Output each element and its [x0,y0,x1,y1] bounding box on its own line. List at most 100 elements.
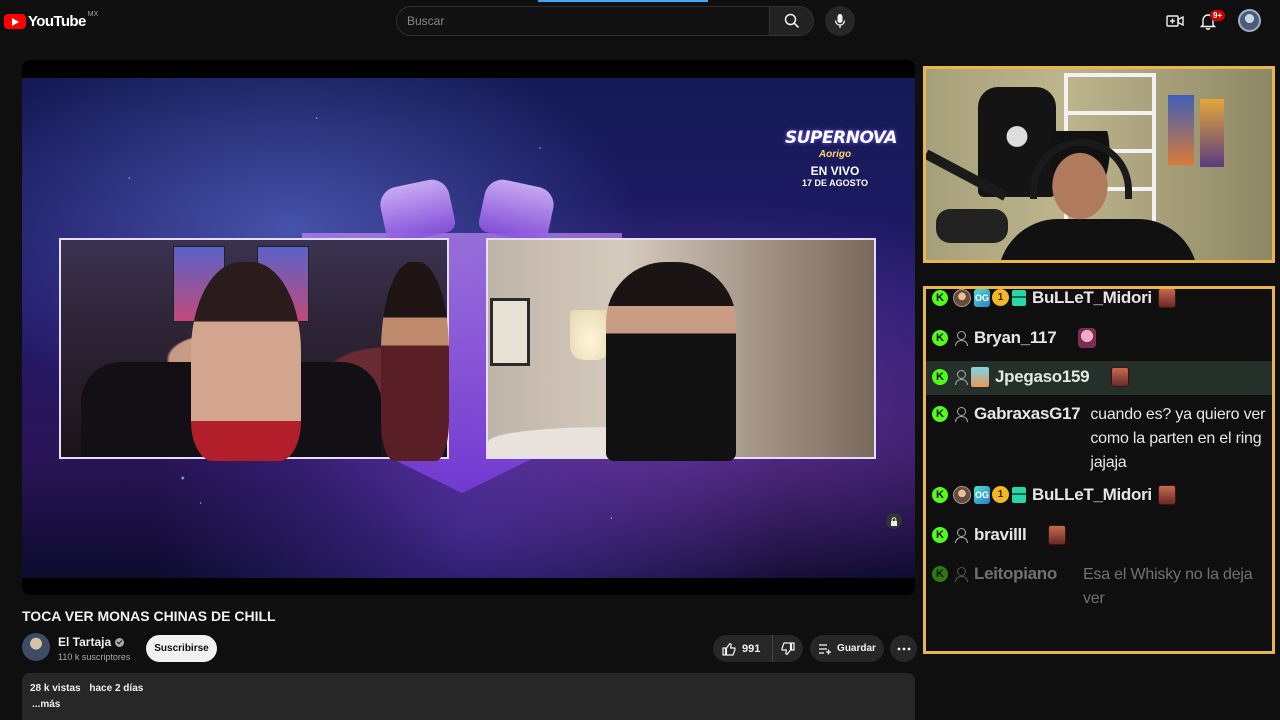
wall-picture [490,298,530,366]
chat-username: BuLLeT_Midori [1032,485,1152,504]
user-avatar [953,486,971,504]
kick-icon: K [932,290,948,306]
custom-badge-icon [971,367,989,387]
gift-badge-icon [1012,290,1026,306]
youtube-play-icon [4,13,26,29]
chat-message: K GabraxasG17 cuando es? ya quiero ver c… [926,403,1272,475]
more-horizontal-icon [897,647,910,650]
like-dislike-group: 991 [713,635,803,662]
user-icon [954,527,968,543]
emote-icon [1111,367,1130,387]
chat-message: K Bryan_117 [926,327,1272,349]
event-title: SUPERNOVA [785,128,897,148]
search-button[interactable] [770,6,814,36]
chat-username: BuLLeT_Midori [1032,288,1152,307]
user-avatar [953,289,971,307]
channel-name-row[interactable]: El Tartaja [58,635,125,649]
subscriber-count: 110 k suscriptores [58,652,131,662]
search-icon [784,13,799,29]
microphone [936,209,1008,243]
emote-icon [1078,328,1097,348]
video-title: TOCA VER MONAS CHINAS DE CHILL [22,608,276,624]
kick-icon: K [932,406,948,422]
chat-username: Jpegaso159 [995,367,1090,386]
logo-region: MX [87,10,99,18]
lock-icon [886,513,902,529]
save-button[interactable]: Guardar [810,635,884,662]
kick-icon: K [932,487,948,503]
left-camera-feed [59,238,449,461]
chat-username: Leitopiano [974,564,1057,583]
chat-text: Esa el Whisky no la deja ver [1082,566,1253,607]
emote-icon [1157,289,1176,308]
event-brand: Aorigo [818,149,852,160]
show-more-link[interactable]: ...más [30,699,907,710]
person-center [606,262,736,461]
chat-message: K bravilll [926,524,1272,546]
kick-icon: K [932,527,948,543]
logo-text: YouTube [28,12,86,30]
channel-avatar[interactable] [22,633,50,661]
video-meta: 28 k vistas hace 2 días [30,683,907,694]
person-right [381,262,449,461]
subscribe-button[interactable]: Suscribirse [146,635,217,662]
user-icon [954,369,968,385]
chat-message: K OG 1 BuLLeT_Midori [926,484,1272,506]
video-frame: SUPERNOVA Aorigo EN VIVO 17 DE AGOSTO [22,78,915,578]
view-count: 28 k vistas [30,683,81,694]
chat-text: cuando es? ya quiero ver como la parten … [1090,406,1266,471]
user-icon [954,330,968,346]
lamp [570,310,610,360]
search-box [396,6,770,36]
right-camera-feed [486,238,876,461]
kick-icon: K [932,330,948,346]
user-icon [954,566,968,582]
upload-date: hace 2 días [89,683,144,694]
person-left [191,262,301,461]
emote-icon [1157,485,1176,505]
chat-overlay: K OG 1 BuLLeT_Midori K Bryan_117 K Jpega… [923,286,1275,654]
chat-username: Bryan_117 [974,328,1057,347]
og-badge-icon: OG [974,486,990,504]
kick-icon: K [932,566,948,582]
thumbs-down-icon [781,641,795,655]
channel-name[interactable]: El Tartaja [58,635,111,649]
gift-badge-icon [1012,487,1026,503]
chat-message: K Jpegaso159 [926,361,1272,395]
like-button[interactable]: 991 [713,635,773,662]
event-logo: SUPERNOVA Aorigo EN VIVO 17 DE AGOSTO [785,128,897,188]
og-badge-icon: OG [974,289,990,307]
video-player[interactable]: SUPERNOVA Aorigo EN VIVO 17 DE AGOSTO [22,60,915,595]
chat-message: K Leitopiano Esa el Whisky no la deja ve… [926,563,1272,611]
sub-month-badge-icon: 1 [992,289,1009,306]
microphone-icon [834,14,846,28]
playlist-add-icon [819,643,832,654]
poster [1168,95,1194,165]
thumbs-up-icon [722,642,736,656]
description-box[interactable]: 28 k vistas hace 2 días ...más [22,673,915,720]
notification-count-badge: 9+ [1210,10,1226,21]
kick-icon: K [932,369,948,385]
top-bar: YouTube MX 9+ [0,0,1280,42]
user-icon [954,406,968,422]
streamer-camera-overlay [923,66,1275,263]
more-actions-button[interactable] [890,635,917,662]
search-input[interactable] [397,7,769,35]
dislike-button[interactable] [773,635,803,662]
like-count: 991 [742,642,761,655]
emote-icon [1048,525,1067,545]
event-date: 17 DE AGOSTO [801,178,869,188]
chat-username: bravilll [974,525,1027,544]
page-load-progress [538,0,708,2]
chat-username: GabraxasG17 [974,404,1081,423]
chat-message: K OG 1 BuLLeT_Midori [926,288,1272,309]
voice-search-button[interactable] [825,6,855,36]
account-avatar[interactable] [1238,9,1261,32]
create-button[interactable] [1164,10,1186,32]
video-camera-plus-icon [1166,15,1184,27]
sub-month-badge-icon: 1 [992,486,1009,503]
event-live-label: EN VIVO [810,164,860,178]
youtube-logo[interactable]: YouTube MX [4,10,99,30]
verified-check-icon [115,637,125,647]
poster [1200,99,1224,167]
